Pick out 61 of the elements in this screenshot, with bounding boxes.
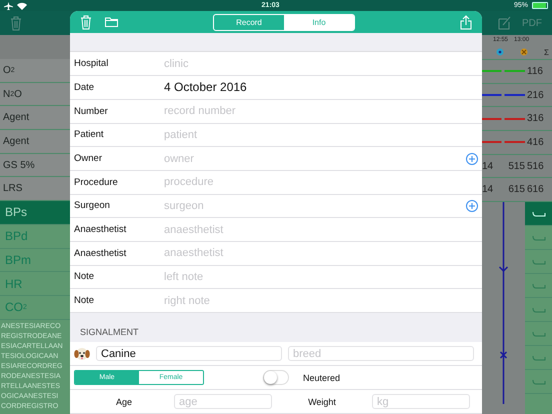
- total-value: 416: [526, 136, 544, 148]
- total-value: 316: [526, 113, 544, 124]
- input-field[interactable]: anaesthetist: [164, 247, 224, 260]
- parameter-row[interactable]: BPm: [0, 248, 70, 272]
- input-field[interactable]: patient: [164, 128, 198, 141]
- field-label: Age: [114, 396, 133, 406]
- battery-icon: [532, 2, 548, 9]
- field-label: Note: [74, 271, 96, 282]
- value-cell: 515: [508, 160, 525, 172]
- field-label: Procedure: [74, 176, 119, 188]
- weight-field[interactable]: kg: [372, 394, 470, 409]
- total-value: 216: [526, 90, 544, 101]
- breed-field[interactable]: breed: [288, 346, 474, 361]
- input-field[interactable]: owner: [164, 152, 194, 165]
- input-field[interactable]: 4 October 2016: [164, 80, 247, 94]
- field-label: Number: [74, 106, 109, 117]
- cross-circle-icon[interactable]: [520, 48, 528, 56]
- sum-label: Σ: [544, 48, 549, 56]
- field-label: Anaesthetist: [74, 224, 128, 236]
- section-header: SIGNALMENT: [79, 326, 140, 339]
- folder-icon[interactable]: [105, 17, 118, 28]
- tab[interactable]: Record: [214, 14, 284, 30]
- share-icon[interactable]: [460, 14, 472, 30]
- target-icon[interactable]: [496, 48, 504, 56]
- input-field[interactable]: surgeon: [164, 200, 204, 212]
- age-field[interactable]: age: [174, 394, 272, 409]
- wifi-icon: [17, 2, 27, 10]
- input-field[interactable]: anaesthetist: [164, 224, 224, 236]
- value-cell: 14: [482, 184, 494, 196]
- field-label: Owner: [74, 153, 103, 164]
- field-label: Note: [74, 295, 96, 306]
- input-field[interactable]: procedure: [164, 176, 214, 188]
- field-label: Patient: [74, 129, 105, 140]
- input-field[interactable]: clinic: [164, 58, 188, 70]
- parameter-row[interactable]: BPs: [0, 201, 70, 225]
- switch-label: Neutered: [303, 372, 340, 382]
- field-label: Anaesthetist: [74, 248, 128, 259]
- total-value: 616: [526, 184, 544, 196]
- neutered-switch[interactable]: [263, 370, 289, 385]
- field-label: Date: [74, 82, 96, 93]
- input-field[interactable]: record number: [164, 105, 236, 118]
- add-icon[interactable]: [466, 200, 478, 212]
- field-label: Surgeon: [74, 200, 111, 212]
- input-field[interactable]: right note: [164, 294, 210, 307]
- parameter-row[interactable]: HR: [0, 272, 70, 296]
- add-icon[interactable]: [466, 152, 478, 165]
- species-field[interactable]: Canine: [96, 346, 282, 361]
- dog-icon: [74, 346, 90, 362]
- value-cell: 615: [508, 184, 525, 196]
- parameter-row[interactable]: BPd: [0, 224, 70, 248]
- input-field[interactable]: left note: [164, 270, 204, 283]
- field-label: Weight: [307, 396, 337, 406]
- total-value: 516: [526, 160, 544, 172]
- field-label: Hospital: [74, 58, 110, 70]
- edit-icon[interactable]: [498, 16, 512, 30]
- trash-icon[interactable]: [10, 16, 22, 30]
- airplane-icon: [4, 2, 13, 10]
- total-value: 116: [526, 66, 543, 77]
- value-cell: 14: [482, 160, 494, 172]
- pdf-button[interactable]: PDF: [522, 18, 542, 28]
- tab[interactable]: Info: [284, 14, 354, 30]
